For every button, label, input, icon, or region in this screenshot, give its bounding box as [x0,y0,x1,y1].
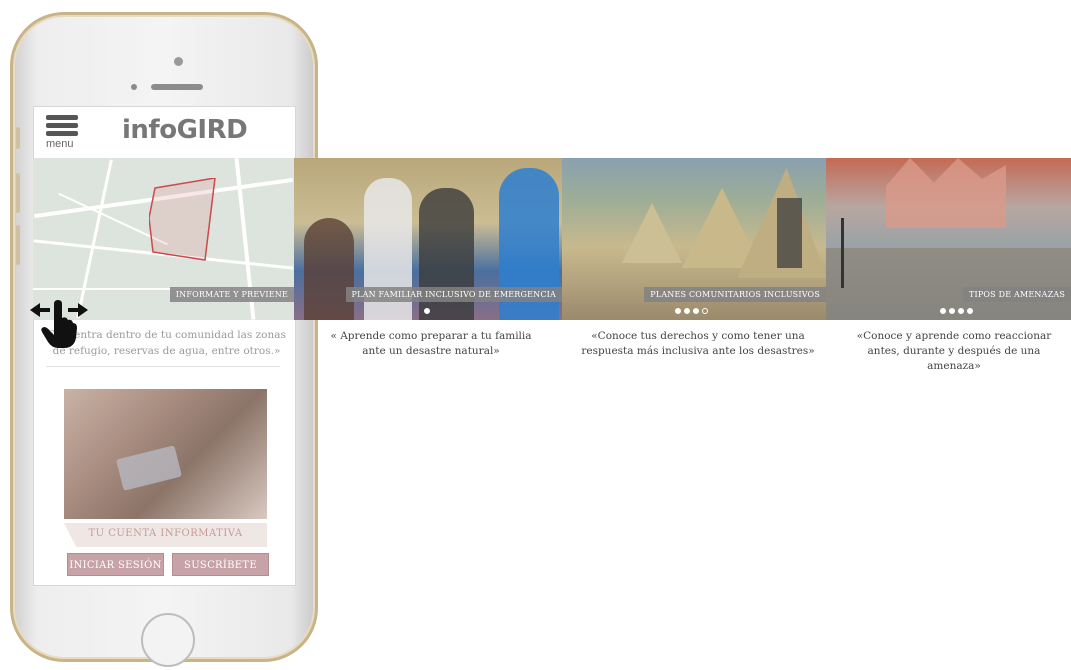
map-zone-outline [149,178,216,261]
divider [46,366,280,367]
hamburger-icon-bar [46,123,78,128]
menu-label: menu [46,138,74,150]
carousel-card-map[interactable]: INFORMATE Y PREVIENE [33,158,294,320]
hamburger-icon-bar [46,131,78,136]
volume-up-button [16,173,20,213]
carousel-label: TIPOS DE AMENAZAS [962,287,1071,302]
carousel-caption: «Conoce tus derechos y como tener una re… [581,330,815,357]
carousel-dots [675,308,708,314]
carousel-dot[interactable] [940,308,946,314]
carousel-dot[interactable] [693,308,699,314]
carousel-dot[interactable] [949,308,955,314]
account-label: TU CUENTA INFORMATIVA [88,528,243,539]
login-button[interactable]: INICIAR SESIÓN [67,553,164,576]
sensor-dot [131,84,137,90]
building-roofs [886,158,1006,228]
carousel-dot[interactable] [967,308,973,314]
carousel-label: PLAN FAMILIAR INCLUSIVO DE EMERGENCIA [345,287,562,302]
carousel-card-camp[interactable]: PLANES COMUNITARIOS INCLUSIVOS [562,158,826,320]
carousel-dot[interactable] [675,308,681,314]
carousel-card-family[interactable]: PLAN FAMILIAR INCLUSIVO DE EMERGENCIA [294,158,562,320]
tent-shape [622,203,682,263]
mute-switch [16,127,20,149]
home-button-icon[interactable] [141,613,195,667]
carousel-label: INFORMATE Y PREVIENE [169,287,294,302]
tent-opening [777,198,802,268]
hamburger-icon [46,115,78,120]
front-camera [174,57,183,66]
volume-down-button [16,225,20,265]
carousel-dots [424,308,430,314]
carousel-label: PLANES COMUNITARIOS INCLUSIVOS [644,287,826,302]
carousel-dot[interactable] [424,308,430,314]
photo-person [304,218,354,320]
menu-button[interactable]: menu [46,115,80,155]
swipe-hand-icon [30,300,88,348]
carousel-dot[interactable] [702,308,708,314]
carousel-caption: «Conoce y aprende como reaccionar antes,… [856,330,1052,372]
brand-logo: infoGIRD [122,115,248,145]
earpiece-speaker [151,84,203,90]
carousel-card-flood[interactable]: TIPOS DE AMENAZAS [826,158,1071,320]
carousel-caption: « Aprende como preparar a tu familia ant… [330,330,532,357]
carousel-dot[interactable] [958,308,964,314]
carousel-dots [940,308,973,314]
street-pole [841,218,844,288]
subscribe-button[interactable]: SUSCRÍBETE [172,553,269,576]
carousel-dot[interactable] [684,308,690,314]
